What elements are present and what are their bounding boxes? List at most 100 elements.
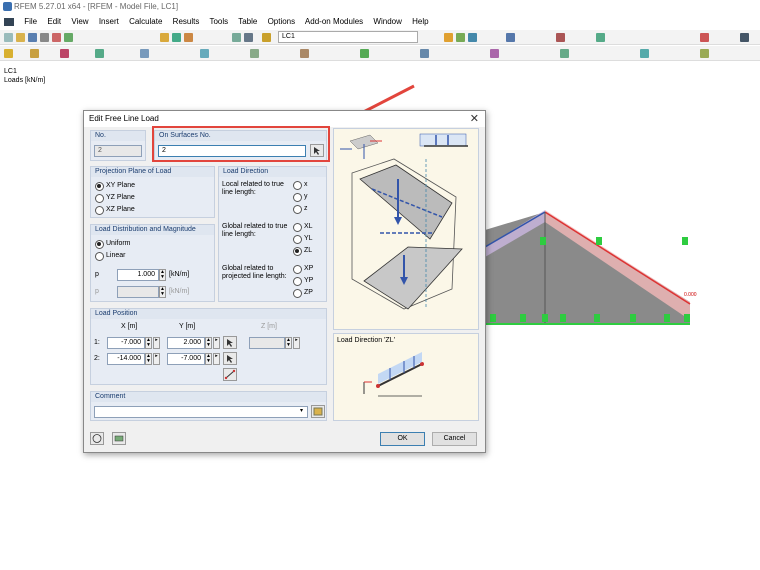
menu-insert[interactable]: Insert (99, 17, 119, 26)
pick-point1-button[interactable] (223, 336, 237, 349)
ok-button[interactable]: OK (380, 432, 425, 446)
row2-x-arrow[interactable]: ▸ (153, 353, 160, 365)
support-icon[interactable] (95, 49, 104, 58)
row1-x-arrow[interactable]: ▸ (153, 337, 160, 349)
p-input[interactable]: 1.000 (117, 269, 159, 281)
radio-xy-plane[interactable]: XY Plane (95, 181, 135, 191)
load-case-select[interactable]: LC1 (278, 31, 418, 43)
snap-icon[interactable] (560, 49, 569, 58)
row2-y-input[interactable]: -7.000 (167, 353, 205, 365)
menu-view[interactable]: View (71, 17, 88, 26)
row2-x-input[interactable]: -14.000 (107, 353, 145, 365)
units-button[interactable] (112, 432, 126, 445)
window-icon[interactable] (244, 33, 253, 42)
radio-uniform[interactable]: Uniform (95, 239, 131, 249)
radio-dir-xp[interactable]: XP (293, 264, 313, 274)
menu-table[interactable]: Table (238, 17, 257, 26)
dialog-title: Edit Free Line Load (89, 114, 159, 123)
comment-label: Comment (91, 392, 326, 402)
pick-line-button[interactable] (223, 368, 237, 381)
menu-file[interactable]: File (24, 17, 37, 26)
pick-point2-button[interactable] (223, 352, 237, 365)
load-preview-panel (333, 128, 479, 330)
radio-dir-xl[interactable]: XL (293, 222, 313, 232)
radio-dir-x[interactable]: x (293, 180, 308, 190)
menu-bar: File Edit View Insert Calculate Results … (0, 15, 760, 28)
results-icon[interactable] (172, 33, 181, 42)
row1-y-input[interactable]: 2.000 (167, 337, 205, 349)
render-icon[interactable] (184, 33, 193, 42)
menu-results[interactable]: Results (173, 17, 200, 26)
new-file-icon[interactable] (4, 33, 13, 42)
row1-x-input[interactable]: -7.000 (107, 337, 145, 349)
row2-y-arrow[interactable]: ▸ (213, 353, 220, 365)
load-direction-zl-diagram (363, 352, 424, 397)
radio-xz-plane[interactable]: XZ Plane (95, 205, 135, 215)
pointer-icon[interactable] (4, 49, 13, 58)
solid-icon[interactable] (250, 49, 259, 58)
row1-y-spinner[interactable]: ▲ ▼ (205, 337, 212, 349)
row1-y-arrow[interactable]: ▸ (213, 337, 220, 349)
support-node (540, 237, 546, 245)
radio-dir-zp[interactable]: ZP (293, 288, 313, 298)
load-icon[interactable] (300, 49, 309, 58)
menu-edit[interactable]: Edit (47, 17, 61, 26)
projection-label: Projection Plane of Load (91, 167, 214, 177)
show-results-icon[interactable] (444, 33, 453, 42)
display-icon[interactable] (556, 33, 565, 42)
dimension-icon[interactable] (420, 49, 429, 58)
model-icon[interactable] (160, 33, 169, 42)
tools-icon[interactable] (700, 33, 709, 42)
cancel-button[interactable]: Cancel (432, 432, 477, 446)
settings-icon[interactable] (740, 33, 749, 42)
global-true-direction-label: Global related to true line length: (222, 223, 288, 238)
row2-y-spinner[interactable]: ▲ ▼ (205, 353, 212, 365)
deform-icon[interactable] (468, 33, 477, 42)
radio-dir-yl[interactable]: YL (293, 234, 313, 244)
radio-yz-plane[interactable]: YZ Plane (95, 193, 135, 203)
guide-icon[interactable] (490, 49, 499, 58)
measure-icon[interactable] (700, 49, 709, 58)
menu-options[interactable]: Options (268, 17, 296, 26)
help-button[interactable] (90, 432, 104, 445)
axes-icon[interactable] (640, 49, 649, 58)
redo-icon[interactable] (64, 33, 73, 42)
support-node (630, 314, 636, 322)
grid-icon[interactable] (360, 49, 369, 58)
load-direction-caption-panel: Load Direction 'ZL' (333, 333, 479, 421)
surface-icon[interactable] (200, 49, 209, 58)
p-spinner[interactable]: ▲ ▼ (159, 269, 166, 281)
save-icon[interactable] (28, 33, 37, 42)
menu-window[interactable]: Window (373, 17, 401, 26)
print-icon[interactable] (40, 33, 49, 42)
row1-x-spinner[interactable]: ▲ ▼ (145, 337, 152, 349)
radio-dir-z[interactable]: z (293, 204, 308, 214)
hinge-icon[interactable] (140, 49, 149, 58)
radio-dir-yp[interactable]: YP (293, 276, 313, 286)
undo-icon[interactable] (52, 33, 61, 42)
open-file-icon[interactable] (16, 33, 25, 42)
preview-caption: Load Direction 'ZL' (337, 337, 395, 344)
menu-tools[interactable]: Tools (209, 17, 228, 26)
load-case-icon[interactable] (262, 33, 271, 42)
support-node (682, 237, 688, 245)
values-icon[interactable] (456, 33, 465, 42)
radio-dir-zl[interactable]: ZL (293, 246, 312, 256)
row2-x-spinner[interactable]: ▲ ▼ (145, 353, 152, 365)
comment-input[interactable] (94, 406, 308, 418)
comment-library-button[interactable] (311, 405, 325, 418)
radio-linear[interactable]: Linear (95, 251, 125, 261)
line-icon[interactable] (30, 49, 39, 58)
table-icon[interactable] (232, 33, 241, 42)
chevron-down-icon[interactable]: ▾ (300, 407, 303, 414)
menu-add-on-modules[interactable]: Add-on Modules (305, 17, 363, 26)
view-icon[interactable] (506, 33, 515, 42)
row1-label: 1: (94, 339, 100, 346)
radio-dir-y[interactable]: y (293, 192, 308, 202)
menu-help[interactable]: Help (412, 17, 428, 26)
close-icon[interactable]: ✕ (470, 113, 479, 125)
filter-icon[interactable] (596, 33, 605, 42)
menu-calculate[interactable]: Calculate (129, 17, 162, 26)
member-icon[interactable] (60, 49, 69, 58)
app-menu-icon[interactable] (4, 17, 14, 26)
